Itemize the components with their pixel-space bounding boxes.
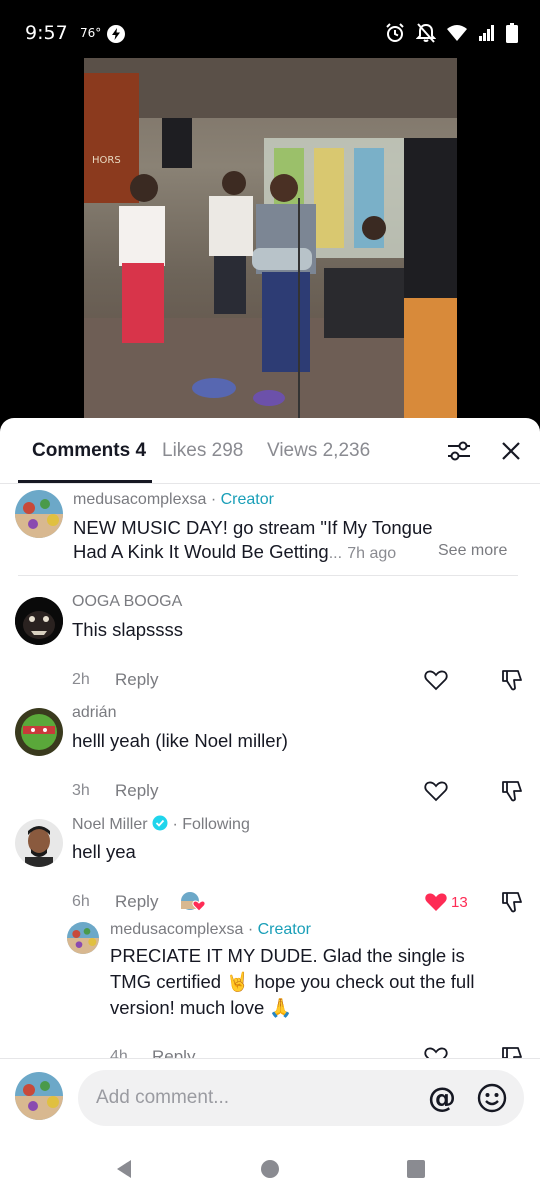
- dislike-icon[interactable]: [500, 668, 524, 692]
- status-time: 9:57: [25, 22, 68, 44]
- reply-item: medusacomplexsa · Creator PRECIATE IT MY…: [0, 920, 540, 1068]
- heart-icon[interactable]: [424, 780, 448, 802]
- pinned-divider: [18, 575, 518, 576]
- comment-time: 2h: [72, 671, 90, 688]
- following-label: · Following: [168, 816, 250, 833]
- filter-icon[interactable]: [446, 440, 472, 462]
- creator-liked-icon: [181, 892, 206, 912]
- heart-filled-icon[interactable]: [424, 891, 448, 913]
- signal-icon: [479, 25, 494, 41]
- tabs-divider: [0, 483, 540, 484]
- username-text: medusacomplexsa: [110, 921, 244, 938]
- creator-badge: Creator: [220, 491, 274, 508]
- comment-text: helll yeah (like Noel miller): [72, 730, 288, 751]
- android-nav-bar: [0, 1140, 540, 1200]
- noel-avatar-art: [15, 819, 63, 867]
- separator: ·: [206, 491, 221, 508]
- comment-input[interactable]: [96, 1070, 416, 1126]
- status-icons: [384, 22, 518, 44]
- recents-icon[interactable]: [405, 1158, 427, 1180]
- comments-tabs: Comments 4 Likes 298 Views 2,236: [0, 418, 540, 483]
- see-more-link[interactable]: See more: [438, 542, 507, 560]
- comment-item: adrián helll yeah (like Noel miller) 3h …: [0, 704, 540, 804]
- turtle-avatar-art: [15, 708, 63, 756]
- dislike-icon[interactable]: [500, 779, 524, 803]
- creator-liked-badge: [180, 891, 206, 913]
- creator-avatar-art: [67, 922, 99, 954]
- tab-views[interactable]: Views 2,236: [267, 440, 370, 462]
- reply-button[interactable]: Reply: [115, 781, 158, 801]
- video-frame: HORS: [84, 58, 457, 420]
- home-icon[interactable]: [259, 1158, 281, 1180]
- data-saver-icon: [107, 25, 125, 43]
- mention-icon[interactable]: @: [426, 1082, 458, 1114]
- user-avatar-art: [15, 1072, 63, 1120]
- comment-username[interactable]: medusacomplexsa · Creator: [73, 491, 274, 509]
- avatar[interactable]: [15, 819, 63, 867]
- back-icon[interactable]: [113, 1158, 135, 1180]
- dog-avatar-art: [15, 597, 63, 645]
- comment-time: 6h: [72, 893, 90, 910]
- comment-item: OOGA BOOGA This slapssss 2h Reply: [0, 593, 540, 693]
- like-count: 13: [451, 894, 468, 911]
- tab-likes[interactable]: Likes 298: [162, 440, 243, 462]
- heart-icon[interactable]: [424, 669, 448, 691]
- emoji-icon[interactable]: [476, 1082, 508, 1114]
- creator-avatar-art: [15, 490, 63, 538]
- reply-text-line1: PRECIATE IT MY DUDE. Glad the single is: [110, 945, 465, 966]
- avatar[interactable]: [15, 1072, 63, 1120]
- comment-username[interactable]: Noel Miller · Following: [72, 815, 250, 834]
- video-player[interactable]: HORS: [84, 58, 457, 420]
- pinned-creator-comment: medusacomplexsa · Creator NEW MUSIC DAY!…: [0, 488, 540, 578]
- comment-username[interactable]: medusacomplexsa · Creator: [110, 921, 311, 939]
- avatar[interactable]: [15, 490, 63, 538]
- status-temperature: 76°: [80, 26, 102, 40]
- composer-divider: [0, 1058, 540, 1059]
- comment-text-truncated: Had A Kink It Would Be Getting: [73, 541, 329, 562]
- comment-text: This slapssss: [72, 619, 184, 640]
- reply-text-line2: TMG certified 🤘 hope you check out the f…: [110, 971, 475, 992]
- comment-time: 7h ago: [347, 545, 397, 562]
- avatar[interactable]: [15, 708, 63, 756]
- ellipsis: ...: [328, 545, 343, 562]
- comment-item: Noel Miller · Following hell yea 6h Repl…: [0, 815, 540, 915]
- comment-input-wrapper: @: [78, 1070, 524, 1126]
- close-icon[interactable]: [500, 440, 522, 462]
- wifi-icon: [447, 25, 467, 41]
- alarm-icon: [386, 23, 404, 42]
- reply-button[interactable]: Reply: [115, 670, 158, 690]
- separator: ·: [243, 921, 258, 938]
- comment-username[interactable]: adrián: [72, 704, 116, 722]
- comment-time: 3h: [72, 782, 90, 799]
- username-text: Noel Miller: [72, 816, 148, 833]
- comment-username[interactable]: OOGA BOOGA: [72, 593, 182, 611]
- dislike-icon[interactable]: [500, 890, 524, 914]
- battery-icon: [506, 23, 518, 43]
- reply-button[interactable]: Reply: [115, 892, 158, 912]
- username-text: medusacomplexsa: [73, 491, 207, 508]
- creator-badge: Creator: [257, 921, 311, 938]
- avatar[interactable]: [67, 922, 99, 954]
- comment-text: hell yea: [72, 841, 136, 862]
- svg-text:HORS: HORS: [92, 155, 121, 166]
- avatar[interactable]: [15, 597, 63, 645]
- notifications-off-icon: [416, 23, 436, 43]
- verified-icon: [152, 815, 168, 831]
- comment-text-line1: NEW MUSIC DAY! go stream "If My Tongue: [73, 517, 433, 538]
- reply-text-line3: version! much love 🙏: [110, 997, 293, 1018]
- tab-comments[interactable]: Comments 4: [32, 440, 146, 462]
